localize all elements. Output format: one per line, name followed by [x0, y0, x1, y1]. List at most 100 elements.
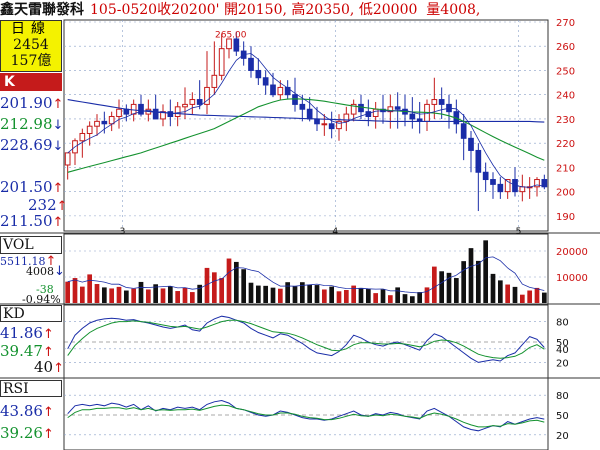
candle-up: [372, 108, 379, 118]
kd-y-tick-label: 20: [556, 358, 569, 369]
candle-down: [438, 99, 445, 105]
k-y-tick-label: 260: [556, 42, 575, 53]
volume-bar: [387, 295, 393, 303]
volume-bar: [292, 286, 298, 303]
rsi-pane-frame: [63, 377, 549, 450]
volume-bar: [336, 291, 342, 303]
kd-y-tick-label: 80: [556, 318, 569, 329]
candle-down: [468, 137, 474, 151]
volume-bar: [468, 248, 474, 303]
k-y-tick-label: 200: [556, 188, 575, 199]
volume-bar: [138, 281, 144, 303]
candle-up: [79, 132, 86, 142]
candle-down: [482, 171, 489, 181]
volume-bar: [329, 286, 335, 303]
vol-y-tick-label: 20000: [556, 247, 588, 258]
vol-y-tick-label: 10000: [556, 273, 588, 284]
k-y-tick-label: 240: [556, 91, 575, 102]
volume-bar: [101, 287, 107, 303]
volume-bar: [94, 284, 100, 303]
candle-up: [218, 48, 225, 76]
candle-down: [270, 84, 276, 96]
rsi-y-tick-label: 80: [556, 391, 569, 402]
candle-down: [490, 179, 496, 185]
candle-up: [431, 99, 438, 105]
volume-bar: [79, 286, 85, 303]
stock-chart-app: 鑫天雷聯發科 105-0520收20200' 開20150, 高20350, 低2…: [0, 0, 600, 450]
volume-bar: [439, 271, 445, 303]
volume-bar: [505, 284, 511, 303]
volume-bar: [402, 294, 408, 303]
candle-down: [284, 86, 291, 96]
candle-down: [262, 77, 269, 86]
period-label: 日線: [11, 21, 51, 37]
candle-down: [314, 118, 320, 125]
candle-down: [255, 69, 262, 79]
ma-mid-value: 212.98↓: [0, 115, 64, 133]
volume-bar: [109, 288, 115, 303]
x-date-label: 4: [332, 227, 338, 237]
rsi-value-2: 39.26↑: [0, 424, 54, 442]
volume-bar: [116, 286, 122, 303]
volume-bar: [424, 287, 430, 303]
volume-bar: [314, 285, 320, 303]
chart-canvas: 190 200 210 220 230 240 250 260 270 3 4 5 265.00 192.…: [0, 0, 600, 450]
volume-bar: [145, 289, 151, 303]
volume-bar: [270, 287, 276, 303]
kd-k-value: 41.86↑: [0, 324, 54, 342]
ma-long-value: 228.69↓: [0, 136, 64, 154]
turnover-value: 157億: [10, 53, 52, 69]
candle-down: [138, 103, 144, 115]
candle-down: [248, 57, 254, 71]
volume-bar: [167, 286, 173, 303]
volume-bar: [175, 291, 181, 303]
candle-down: [292, 94, 298, 105]
volume-bar: [123, 290, 129, 303]
price-annotation: 192.00: [545, 0, 577, 3]
volume-bar: [255, 285, 261, 303]
volume-bar: [417, 292, 423, 303]
candle-down: [233, 38, 240, 52]
candle-down: [123, 108, 130, 115]
volume-bar: [241, 269, 247, 303]
kd-line-2: [67, 319, 545, 359]
k-y-tick-label: 250: [556, 66, 575, 77]
volume-bar: [490, 273, 496, 303]
candle-down: [460, 123, 467, 139]
k-y-tick-label: 230: [556, 115, 575, 126]
k-y-tick-label: 210: [556, 163, 575, 174]
x-date-label: 5: [516, 227, 522, 237]
kd-y-tick-label: 50: [556, 338, 569, 349]
candle-up: [64, 152, 71, 166]
volume-bar: [453, 278, 459, 303]
volume-bar: [534, 287, 540, 303]
volume-bar: [72, 278, 78, 303]
candle-down: [306, 108, 313, 120]
volume-bar: [519, 294, 525, 303]
candle-down: [196, 99, 203, 105]
candle-down: [101, 120, 108, 125]
volume-bar: [512, 286, 518, 303]
candle-up: [189, 99, 196, 105]
candle-down: [299, 103, 306, 110]
volume-bar: [189, 292, 195, 303]
stock-code: 2454: [13, 37, 49, 53]
candle-up: [116, 108, 122, 118]
volume-bar: [263, 285, 269, 303]
kd-pane-frame: [63, 304, 549, 379]
k-pane-frame: [63, 19, 549, 232]
candle-up: [182, 103, 188, 108]
candle-up: [211, 74, 218, 88]
k-y-tick-label: 220: [556, 139, 575, 150]
volume-bar: [248, 282, 254, 303]
candle-up: [519, 186, 526, 193]
volume-bar: [431, 266, 437, 303]
volume-bar: [497, 280, 503, 303]
volume-bar: [409, 296, 415, 303]
rsi-y-tick-label: 50: [556, 411, 569, 422]
volume-bar: [65, 281, 71, 303]
rsi-panel-label: RSI: [0, 380, 62, 397]
candle-up: [108, 116, 115, 125]
k-panel-label: K: [0, 73, 62, 91]
kd-x-value: 40↑: [34, 358, 64, 376]
